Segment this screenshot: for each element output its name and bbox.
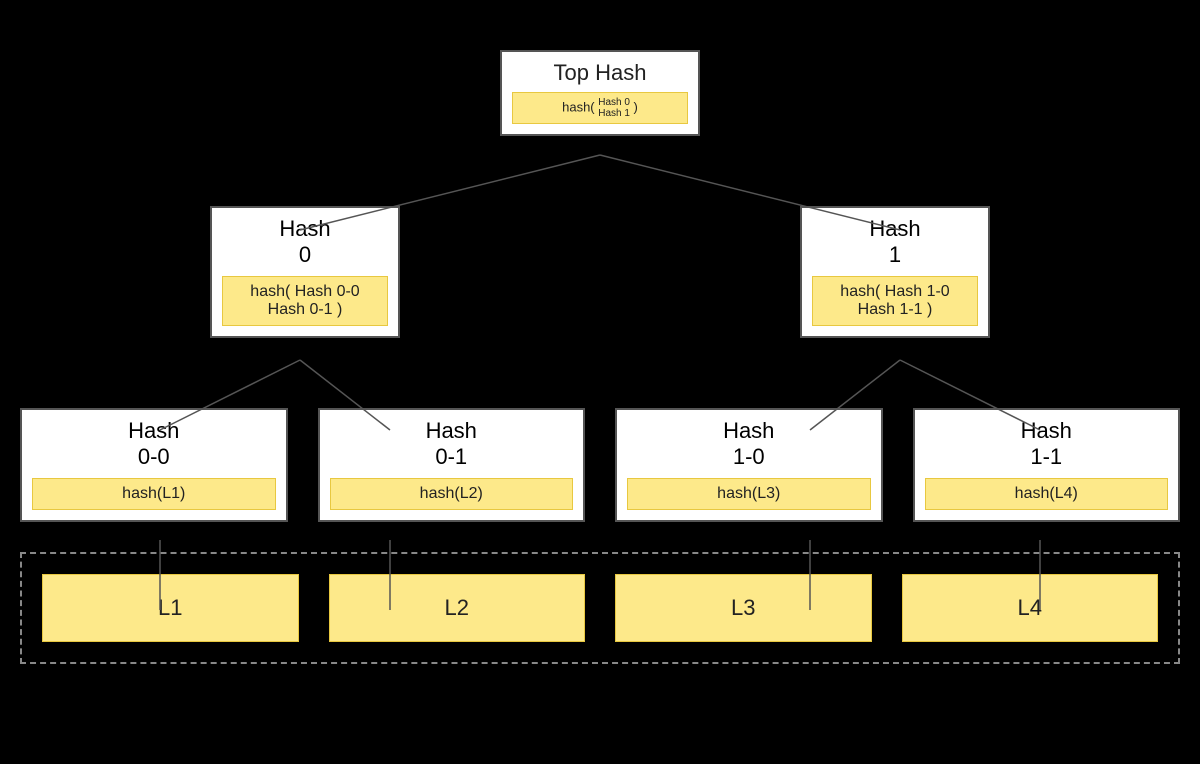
hash1-title: Hash1 xyxy=(812,216,978,268)
row-top: Top Hash hash( Hash 0Hash 1 ) xyxy=(0,50,1200,136)
leaf-l1: L1 xyxy=(42,574,299,642)
hash11-title: Hash1-1 xyxy=(925,418,1169,470)
top-hash-formula: hash( Hash 0Hash 1 ) xyxy=(512,92,688,124)
leaves-container: L1 L2 L3 L4 xyxy=(20,552,1180,664)
hash10-formula: hash(L3) xyxy=(627,478,871,510)
hash00-title: Hash0-0 xyxy=(32,418,276,470)
hash00-node: Hash0-0 hash(L1) xyxy=(20,408,288,522)
hash0-title: Hash0 xyxy=(222,216,388,268)
hash01-formula: hash(L2) xyxy=(330,478,574,510)
row-level2: Hash0-0 hash(L1) Hash0-1 hash(L2) Hash1-… xyxy=(0,408,1200,522)
hash11-node: Hash1-1 hash(L4) xyxy=(913,408,1181,522)
hash0-args: Hash 0-0Hash 0-1 xyxy=(268,283,360,318)
hash0-node: Hash0 hash( Hash 0-0Hash 0-1 ) xyxy=(210,206,400,338)
hash1-node: Hash1 hash( Hash 1-0Hash 1-1 ) xyxy=(800,206,990,338)
row-level1: Hash0 hash( Hash 0-0Hash 0-1 ) Hash1 has… xyxy=(0,206,1200,338)
hash00-formula: hash(L1) xyxy=(32,478,276,510)
hash10-node: Hash1-0 hash(L3) xyxy=(615,408,883,522)
leaf-l3: L3 xyxy=(615,574,872,642)
leaf-l4: L4 xyxy=(902,574,1159,642)
hash01-title: Hash0-1 xyxy=(330,418,574,470)
hash0-formula: hash( Hash 0-0Hash 0-1 ) xyxy=(222,276,388,326)
hash1-formula: hash( Hash 1-0Hash 1-1 ) xyxy=(812,276,978,326)
top-hash-node: Top Hash hash( Hash 0Hash 1 ) xyxy=(500,50,700,136)
hash01-node: Hash0-1 hash(L2) xyxy=(318,408,586,522)
diagram-container: Top Hash hash( Hash 0Hash 1 ) Hash0 hash… xyxy=(0,0,1200,764)
hash11-formula: hash(L4) xyxy=(925,478,1169,510)
top-hash-args: Hash 0Hash 1 xyxy=(598,97,630,119)
hash10-title: Hash1-0 xyxy=(627,418,871,470)
top-hash-title: Top Hash xyxy=(512,60,688,86)
leaf-l2: L2 xyxy=(329,574,586,642)
hash1-args: Hash 1-0Hash 1-1 xyxy=(858,283,950,318)
